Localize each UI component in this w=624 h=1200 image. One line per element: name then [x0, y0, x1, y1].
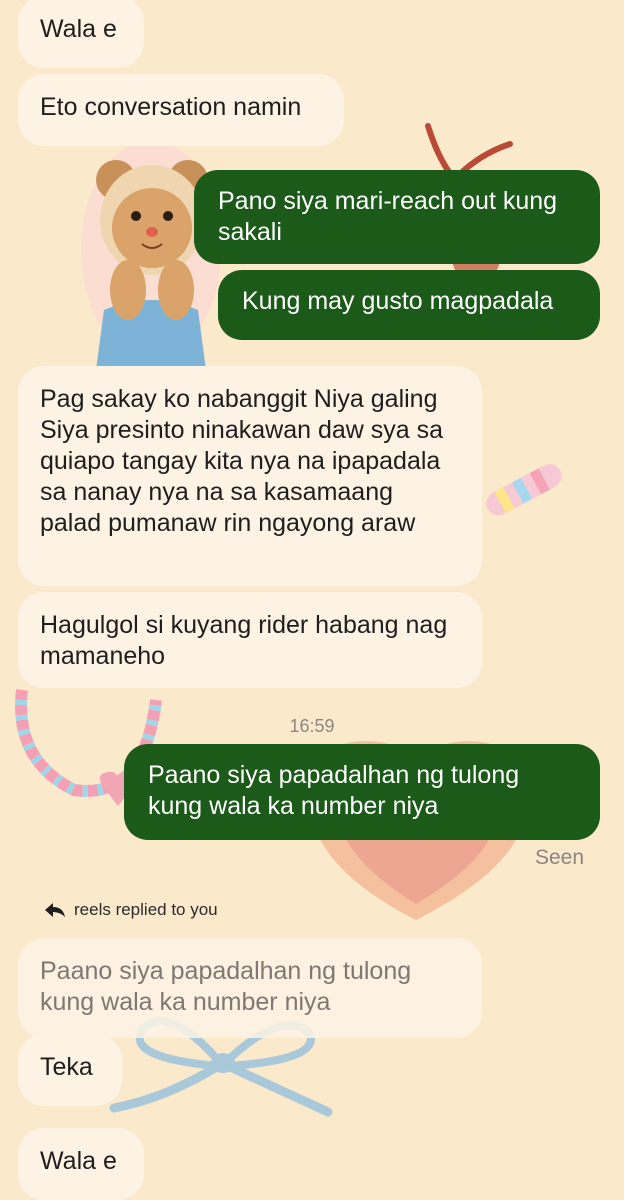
message-bubble-incoming[interactable]: Teka [18, 1034, 122, 1106]
message-bubble-outgoing[interactable]: Pano siya mari-reach out kung sakali [194, 170, 600, 264]
candy-stick-sticker [486, 464, 562, 516]
message-bubble-incoming[interactable]: Wala e [18, 1128, 144, 1200]
message-bubble-outgoing[interactable]: Kung may gusto magpadala [218, 270, 600, 340]
quoted-message[interactable]: Paano siya papadalhan ng tulong kung wal… [18, 938, 482, 1038]
reply-label-text: reels replied to you [74, 900, 218, 919]
message-bubble-incoming[interactable]: Eto conversation namin [18, 74, 344, 146]
reply-arrow-icon [45, 903, 65, 917]
message-bubble-incoming[interactable]: Wala e [18, 0, 144, 68]
message-bubble-incoming[interactable]: Hagulgol si kuyang rider habang nag mama… [18, 592, 482, 688]
message-timestamp: 16:59 [289, 716, 335, 736]
reply-indicator: reels replied to you [44, 900, 218, 920]
message-bubble-outgoing[interactable]: Paano siya papadalhan ng tulong kung wal… [124, 744, 600, 840]
seen-status: Seen [534, 846, 584, 869]
message-bubble-incoming[interactable]: Pag sakay ko nabanggit Niya galing Siya … [18, 366, 482, 586]
